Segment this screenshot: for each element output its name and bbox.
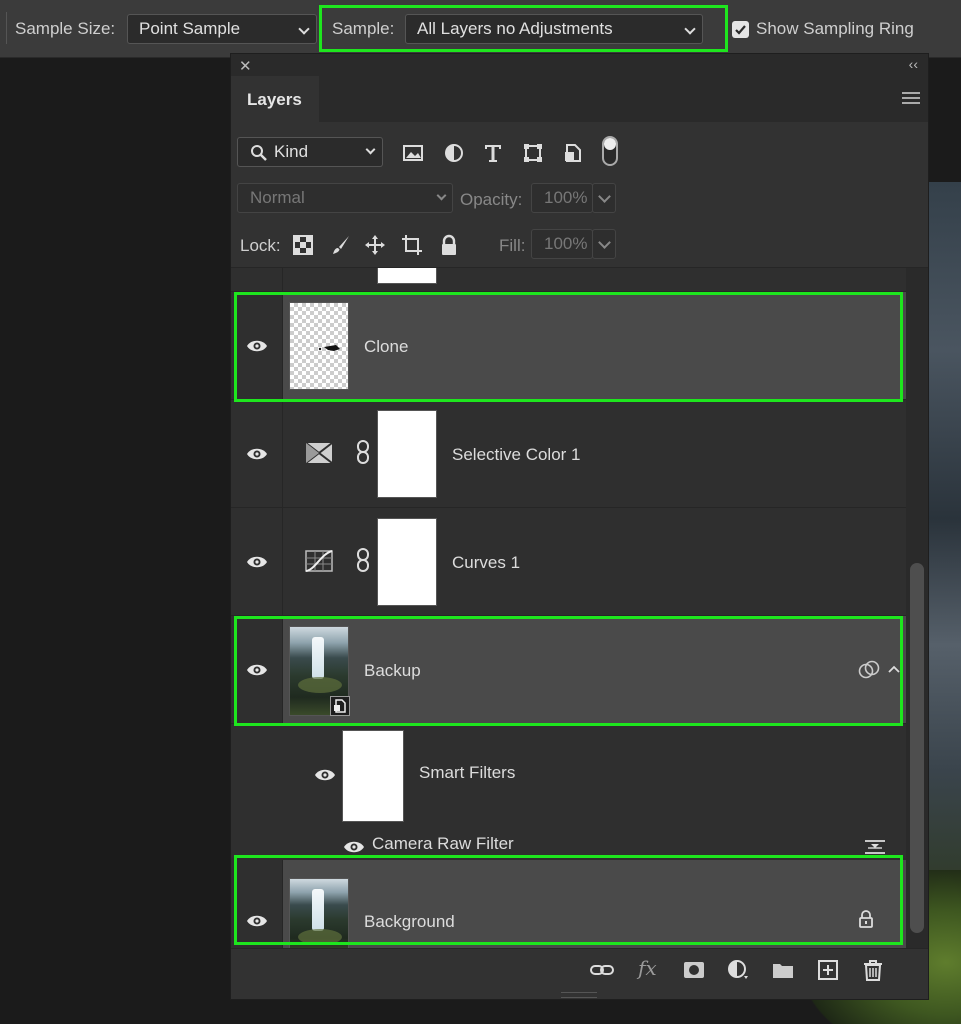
sample-label: Sample: bbox=[332, 19, 395, 38]
sample-size-label: Sample Size: bbox=[15, 19, 116, 38]
opacity-label: Opacity: bbox=[460, 190, 523, 209]
panel-titlebar[interactable]: ✕ ‹‹ bbox=[231, 54, 928, 76]
panel-tab-row: Layers bbox=[231, 76, 928, 122]
lock-image-pixels-icon[interactable] bbox=[330, 234, 352, 256]
smart-filters-row[interactable]: Smart Filters bbox=[231, 724, 911, 836]
check-icon bbox=[735, 25, 746, 35]
sample-size-value: Point Sample bbox=[139, 19, 241, 38]
layer-name[interactable]: Selective Color 1 bbox=[452, 445, 581, 465]
layer-mask-thumbnail[interactable] bbox=[377, 268, 437, 284]
search-icon bbox=[251, 145, 267, 161]
visibility-column bbox=[231, 724, 283, 836]
layer-name[interactable]: Curves 1 bbox=[452, 553, 520, 573]
chevron-down-icon bbox=[684, 23, 696, 35]
lock-artboard-icon[interactable] bbox=[401, 234, 423, 256]
eye-icon[interactable] bbox=[314, 768, 336, 782]
close-icon[interactable]: ✕ bbox=[239, 57, 252, 75]
fill-dropdown-button[interactable] bbox=[592, 229, 616, 259]
lock-all-icon[interactable] bbox=[438, 234, 460, 256]
eye-icon[interactable] bbox=[246, 555, 268, 569]
layer-name[interactable]: Smart Filters bbox=[419, 763, 515, 783]
sample-value: All Layers no Adjustments bbox=[417, 19, 613, 38]
fill-label: Fill: bbox=[499, 236, 526, 255]
new-layer-icon[interactable] bbox=[816, 959, 840, 981]
layer-row[interactable]: Curves 1 bbox=[231, 508, 911, 616]
shape-filter-icon[interactable] bbox=[522, 142, 544, 164]
fill-value: 100% bbox=[544, 234, 588, 253]
blend-mode-value: Normal bbox=[250, 188, 305, 207]
fx-icon[interactable]: fx bbox=[638, 956, 662, 980]
selective-color-icon bbox=[305, 442, 333, 464]
smart-filter-mask-thumbnail[interactable] bbox=[342, 730, 404, 822]
link-icon[interactable] bbox=[590, 959, 614, 981]
lock-row: Lock: Fill: 100% bbox=[231, 220, 928, 268]
eye-icon[interactable] bbox=[343, 840, 365, 854]
blend-mode-dropdown[interactable]: Normal bbox=[237, 183, 453, 213]
collapse-icon[interactable]: ‹‹ bbox=[909, 56, 918, 72]
lock-transparent-pixels-icon[interactable] bbox=[292, 234, 314, 256]
layers-panel: ✕ ‹‹ Layers Kind Normal Opacity: 100% Lo… bbox=[230, 53, 929, 1000]
lock-label: Lock: bbox=[240, 236, 281, 255]
opacity-input[interactable]: 100% bbox=[531, 183, 593, 213]
opacity-dropdown-button[interactable] bbox=[592, 183, 616, 213]
chevron-down-icon bbox=[436, 190, 447, 201]
opacity-value: 100% bbox=[544, 188, 588, 207]
panel-resize-grip[interactable] bbox=[561, 992, 597, 998]
sample-dropdown[interactable]: All Layers no Adjustments bbox=[405, 14, 703, 44]
filter-kind-dropdown[interactable]: Kind bbox=[237, 137, 383, 167]
filter-kind-label: Kind bbox=[274, 142, 309, 161]
sample-size-dropdown[interactable]: Point Sample bbox=[127, 14, 317, 44]
filter-row: Kind bbox=[231, 122, 928, 174]
link-chain-icon[interactable] bbox=[356, 548, 370, 572]
panel-menu-icon[interactable] bbox=[902, 92, 920, 104]
clone-layer-highlight bbox=[234, 292, 903, 402]
filter-blending-options-icon[interactable] bbox=[864, 838, 886, 856]
layer-mask-thumbnail[interactable] bbox=[377, 518, 437, 606]
options-separator bbox=[6, 12, 7, 44]
lock-position-icon[interactable] bbox=[364, 234, 386, 256]
adjustment-filter-icon[interactable] bbox=[443, 142, 465, 164]
backup-layer-highlight bbox=[234, 616, 903, 726]
eye-icon[interactable] bbox=[246, 447, 268, 461]
sampling-ring-checkbox[interactable] bbox=[732, 21, 749, 38]
visibility-column[interactable] bbox=[231, 400, 283, 507]
layer-name[interactable]: Camera Raw Filter bbox=[372, 834, 514, 854]
type-filter-icon[interactable] bbox=[482, 142, 504, 164]
scrollbar-thumb[interactable] bbox=[910, 563, 924, 933]
chevron-down-icon bbox=[298, 23, 310, 35]
link-chain-icon[interactable] bbox=[356, 440, 370, 464]
layer-row[interactable]: Selective Color 1 bbox=[231, 400, 911, 508]
blend-row: Normal Opacity: 100% bbox=[231, 174, 928, 220]
tab-layers[interactable]: Layers bbox=[231, 76, 319, 122]
layer-list-scrollbar[interactable] bbox=[906, 268, 928, 948]
chevron-down-icon bbox=[365, 144, 376, 155]
sampling-ring-label: Show Sampling Ring bbox=[756, 19, 914, 38]
options-bar: Sample Size: Point Sample Sample: All La… bbox=[0, 0, 961, 58]
folder-icon[interactable] bbox=[771, 959, 795, 981]
trash-icon[interactable] bbox=[861, 959, 885, 981]
image-filter-icon[interactable] bbox=[402, 142, 424, 164]
smart-object-filter-icon[interactable] bbox=[562, 142, 584, 164]
visibility-column[interactable] bbox=[231, 508, 283, 615]
visibility-column[interactable] bbox=[231, 268, 283, 291]
curves-icon bbox=[305, 550, 333, 572]
layers-bottom-toolbar: fx bbox=[231, 948, 928, 990]
filter-toggle[interactable] bbox=[602, 136, 618, 166]
adjustment-icon[interactable] bbox=[726, 959, 750, 981]
fill-input[interactable]: 100% bbox=[531, 229, 593, 259]
background-layer-highlight bbox=[234, 855, 903, 945]
layer-mask-thumbnail[interactable] bbox=[377, 410, 437, 498]
mask-icon[interactable] bbox=[682, 959, 706, 981]
layer-row-partial[interactable] bbox=[231, 268, 911, 292]
